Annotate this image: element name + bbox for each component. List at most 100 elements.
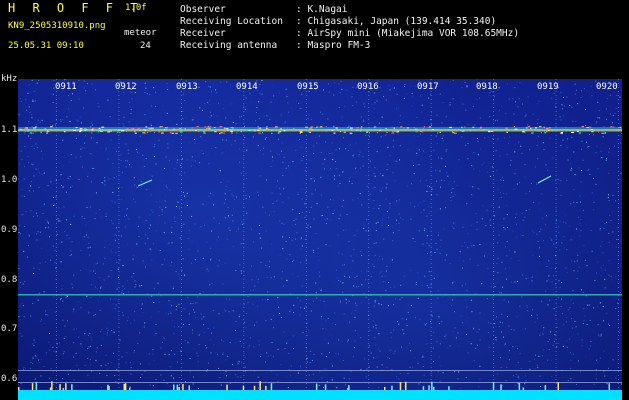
noise-speck [345, 148, 347, 150]
noise-speck [336, 387, 338, 389]
noise-speck [140, 308, 142, 310]
noise-speck [514, 173, 516, 175]
carrier-fleck [402, 127, 405, 129]
gridline-dot [56, 379, 57, 380]
noise-speck [171, 226, 173, 228]
carrier-fleck [273, 128, 277, 130]
gridline-dot [430, 171, 432, 172]
carrier-fleck [461, 126, 463, 128]
noise-speck [115, 252, 117, 254]
noise-speck [325, 126, 327, 127]
gridline-dot [243, 351, 245, 352]
noise-speck [499, 155, 501, 157]
gridline-dot [493, 351, 495, 352]
noise-speck [306, 357, 308, 359]
noise-speck [89, 246, 91, 248]
carrier-fleck [588, 126, 592, 128]
noise-speck [247, 347, 249, 349]
noise-speck [402, 329, 404, 331]
noise-speck [252, 289, 254, 291]
noise-speck [353, 248, 355, 250]
noise-speck [256, 107, 258, 109]
noise-speck [366, 368, 368, 370]
noise-speck [206, 154, 208, 156]
gridline-dot [493, 375, 495, 376]
gridline-dot [618, 383, 619, 384]
noise-speck [276, 200, 278, 202]
noise-speck [111, 200, 113, 202]
noise-speck [426, 235, 428, 237]
noise-speck [529, 191, 531, 192]
noise-speck [398, 323, 400, 325]
noise-speck [551, 281, 553, 283]
noise-speck [370, 276, 372, 278]
gridline-dot [618, 339, 619, 340]
noise-speck [615, 308, 617, 310]
gridline-dot [555, 215, 557, 216]
noise-speck [434, 252, 436, 253]
gridline-dot [430, 271, 432, 272]
noise-speck [85, 224, 87, 226]
noise-speck [469, 258, 471, 260]
noise-speck [21, 302, 23, 304]
noise-speck [90, 137, 92, 139]
noise-speck [85, 90, 87, 92]
noise-speck [457, 345, 459, 347]
noise-speck [577, 103, 579, 105]
noise-speck [167, 89, 169, 90]
noise-speck [470, 343, 472, 345]
carrier-fleck [24, 131, 26, 133]
noise-speck [134, 311, 136, 313]
gridline-dot [493, 211, 495, 212]
noise-speck [448, 104, 450, 106]
noise-speck [352, 260, 354, 262]
noise-speck [155, 230, 157, 232]
field-label-location: Receiving Location [180, 16, 283, 27]
carrier-fleck [535, 127, 537, 129]
noise-speck [254, 285, 256, 287]
gridline-dot [368, 343, 370, 344]
gridline-dot [493, 263, 495, 264]
noise-speck [145, 234, 147, 236]
noise-speck [141, 185, 143, 187]
gridline-dot [618, 275, 619, 276]
gridline-dot [180, 163, 182, 164]
noise-speck [615, 246, 617, 248]
floor-spike [492, 382, 495, 390]
noise-speck [279, 193, 281, 195]
gridline-dot [243, 263, 245, 264]
noise-speck [412, 164, 414, 166]
noise-speck [445, 334, 447, 336]
spectrogram-canvas [18, 79, 622, 400]
noise-speck [553, 308, 555, 310]
noise-speck [205, 345, 207, 346]
noise-speck [501, 261, 503, 263]
gridline-dot [180, 319, 182, 320]
spectrogram-plot [18, 79, 622, 400]
noise-speck [555, 125, 557, 127]
noise-speck [95, 192, 97, 194]
noise-speck [536, 314, 538, 316]
noise-speck [286, 95, 288, 97]
noise-speck [318, 135, 320, 137]
carrier-fleck [530, 127, 532, 129]
noise-speck [200, 136, 202, 138]
noise-speck [501, 179, 503, 181]
carrier-fleck [527, 126, 531, 127]
noise-speck [221, 339, 223, 341]
gridline-dot [430, 123, 432, 124]
reference-line-lower [18, 382, 622, 383]
noise-speck [168, 242, 170, 244]
gridline-dot [305, 371, 307, 372]
gridline-dot [118, 223, 120, 224]
noise-speck [202, 258, 204, 259]
noise-speck [426, 285, 428, 286]
noise-speck [29, 190, 30, 192]
noise-speck [522, 235, 524, 237]
noise-speck [289, 236, 290, 238]
carrier-fleck [169, 132, 172, 134]
noise-speck [301, 285, 303, 287]
noise-speck [261, 93, 263, 95]
noise-speck [549, 338, 550, 340]
noise-speck [185, 159, 187, 161]
